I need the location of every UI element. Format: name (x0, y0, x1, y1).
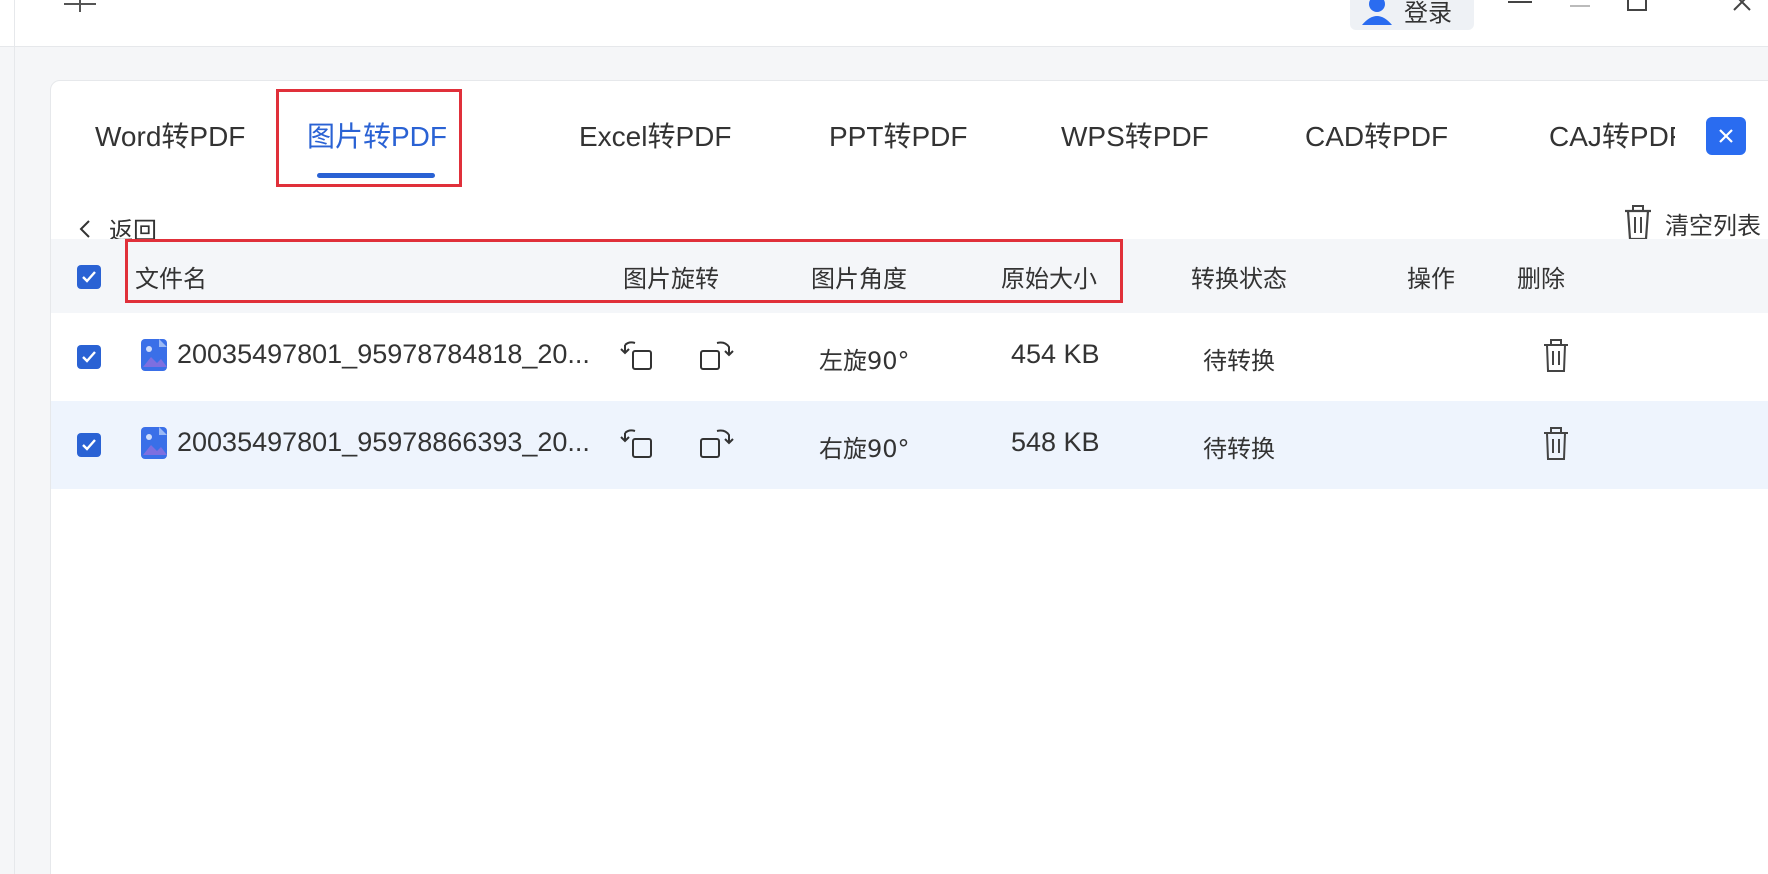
table-row[interactable]: 20035497801_95978784818_20... 左旋90° 454 … (51, 313, 1768, 402)
rotate-right-icon[interactable] (697, 339, 737, 373)
delete-row-icon[interactable] (1541, 427, 1571, 461)
tab-excel-to-pdf[interactable]: Excel转PDF (579, 115, 731, 155)
tab-wps-to-pdf[interactable]: WPS转PDF (1061, 115, 1209, 155)
delete-row-icon[interactable] (1541, 339, 1571, 373)
main-panel: Word转PDF 图片转PDF Excel转PDF PPT转PDF WPS转PD… (50, 80, 1768, 874)
check-icon (82, 351, 96, 363)
row-size: 454 KB (1011, 339, 1100, 369)
row-filename: 20035497801_95978866393_20... (177, 427, 590, 457)
header-action: 操作 (1407, 265, 1455, 293)
tab-caj-to-pdf[interactable]: CAJ转PDF (1549, 115, 1675, 155)
minimize-icon[interactable] (1560, 0, 1600, 22)
login-button[interactable]: 登录 (1350, 0, 1474, 30)
clear-list-label: 清空列表 (1665, 211, 1761, 240)
row-size: 548 KB (1011, 427, 1100, 457)
header-delete: 删除 (1517, 265, 1565, 293)
app-logo-icon (64, 0, 96, 12)
header-status: 转换状态 (1191, 265, 1287, 293)
header-filename: 文件名 (135, 265, 207, 293)
tab-ppt-to-pdf[interactable]: PPT转PDF (829, 115, 967, 155)
user-icon (1362, 0, 1392, 25)
table-row[interactable]: 20035497801_95978866393_20... 右旋90° 548 … (51, 401, 1768, 489)
rotate-left-icon[interactable] (619, 427, 659, 461)
maximize-icon[interactable] (1618, 0, 1658, 22)
rotate-left-icon[interactable] (619, 339, 659, 373)
header-angle: 图片角度 (811, 265, 907, 293)
menu-icon[interactable] (1500, 0, 1540, 22)
image-file-icon (141, 427, 167, 459)
image-file-icon (141, 339, 167, 371)
row-checkbox[interactable] (77, 345, 101, 369)
clear-list-button[interactable]: 清空列表 (1623, 205, 1761, 241)
close-icon (1719, 129, 1733, 143)
row-status: 待转换 (1203, 347, 1275, 375)
rotate-right-icon[interactable] (697, 427, 737, 461)
row-angle: 左旋90° (819, 347, 910, 375)
row-status: 待转换 (1203, 435, 1275, 463)
login-label: 登录 (1404, 0, 1452, 27)
table-header: 文件名 图片旋转 图片角度 原始大小 转换状态 操作 删除 (51, 239, 1768, 313)
chevron-left-icon (79, 219, 90, 238)
close-tabs-button[interactable] (1706, 117, 1746, 155)
app-window: 登录 Word转PDF 图片转PDF Excel转PDF PPT转PDF WPS… (0, 0, 1768, 874)
select-all-checkbox[interactable] (77, 265, 101, 289)
left-divider (14, 0, 15, 874)
check-icon (82, 271, 96, 283)
title-bar: 登录 (0, 0, 1768, 874)
header-rotate: 图片旋转 (623, 265, 719, 293)
header-size: 原始大小 (1001, 265, 1097, 293)
active-tab-indicator (317, 173, 435, 178)
conversion-tabs: Word转PDF 图片转PDF Excel转PDF PPT转PDF WPS转PD… (51, 81, 1768, 181)
row-angle: 右旋90° (819, 435, 910, 463)
tab-word-to-pdf[interactable]: Word转PDF (95, 115, 245, 155)
trash-icon (1625, 205, 1651, 241)
check-icon (82, 439, 96, 451)
tab-cad-to-pdf[interactable]: CAD转PDF (1305, 115, 1448, 155)
close-window-icon[interactable] (1722, 0, 1762, 22)
row-filename: 20035497801_95978784818_20... (177, 339, 590, 369)
tab-image-to-pdf[interactable]: 图片转PDF (307, 115, 447, 155)
row-checkbox[interactable] (77, 433, 101, 457)
